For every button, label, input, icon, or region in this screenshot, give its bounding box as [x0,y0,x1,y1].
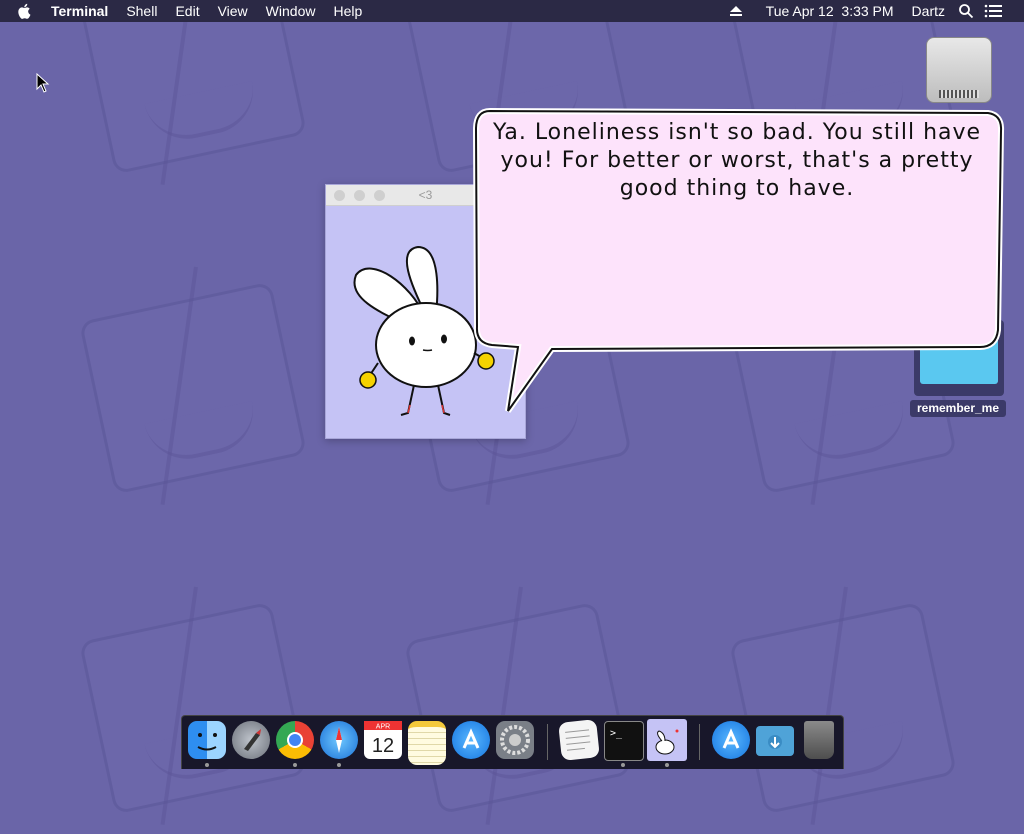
svg-text:12: 12 [372,735,394,757]
app-store-icon[interactable] [452,721,490,759]
applications-folder-icon[interactable] [712,721,750,759]
apple-icon[interactable] [16,2,34,20]
menu-view[interactable]: View [209,0,257,22]
textedit-icon[interactable] [558,719,600,761]
svg-text:APR: APR [376,724,390,731]
terminal-icon[interactable]: >_ [604,721,644,761]
launchpad-icon[interactable] [232,721,270,759]
trash-icon[interactable] [804,721,834,759]
notes-icon[interactable] [408,721,446,765]
dock-separator [699,724,700,760]
eject-icon[interactable] [729,5,743,17]
spotlight-search-icon[interactable] [958,3,974,19]
terminal-running-indicator [621,763,625,767]
menu-help[interactable]: Help [324,0,371,22]
chrome-running-indicator [293,763,297,767]
dock: APR 12 >_ [181,715,844,769]
downloads-folder-icon[interactable] [756,726,794,756]
menu-shell[interactable]: Shell [117,0,166,22]
calendar-icon[interactable]: APR 12 [364,721,402,759]
chrome-icon[interactable] [276,721,314,759]
system-preferences-icon[interactable] [496,721,534,759]
bunny-running-indicator [665,763,669,767]
menu-clock[interactable]: Tue Apr 12 3:33 PM [757,0,903,22]
safari-running-indicator [337,763,341,767]
bunny-icon[interactable] [647,719,687,761]
menu-edit[interactable]: Edit [166,0,208,22]
hard-disk-icon[interactable] [922,33,994,105]
safari-icon[interactable] [320,721,358,759]
mouse-cursor-icon [36,73,50,93]
menu-app-name[interactable]: Terminal [42,0,117,22]
menu-bar: Terminal Shell Edit View Window Help Tue… [0,0,1024,22]
svg-text:>_: >_ [610,728,623,739]
finder-icon[interactable] [188,721,226,759]
dock-separator [547,724,548,760]
finder-running-indicator [205,763,209,767]
notification-center-icon[interactable] [984,4,1002,18]
speech-text: Ya. Loneliness isn't so bad. You still h… [492,120,982,201]
menu-user[interactable]: Dartz [903,0,954,22]
speech-bubble: Ya. Loneliness isn't so bad. You still h… [470,105,1005,417]
menu-window[interactable]: Window [257,0,325,22]
